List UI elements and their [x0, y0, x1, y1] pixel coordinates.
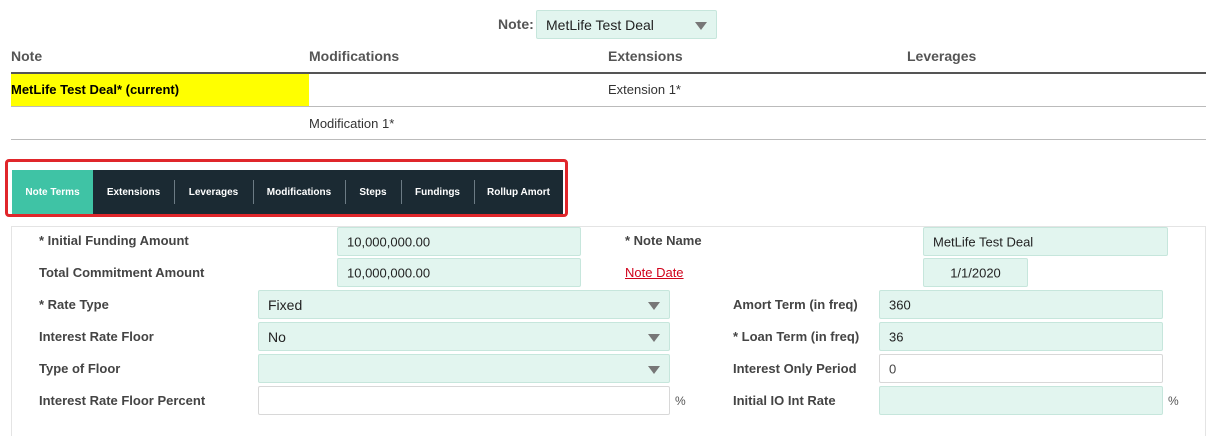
io-rate-percent-symbol: %	[1168, 394, 1179, 408]
floor-percent-input[interactable]	[258, 386, 670, 415]
io-rate-input[interactable]	[879, 386, 1163, 415]
interest-floor-select[interactable]: No	[258, 322, 670, 351]
interest-floor-label: Interest Rate Floor	[39, 329, 154, 344]
tab-extensions[interactable]: Extensions	[93, 170, 174, 214]
loan-term-input[interactable]: 36	[879, 322, 1163, 351]
tab-rollup-amort[interactable]: Rollup Amort	[474, 170, 563, 214]
chevron-down-icon	[695, 21, 707, 30]
tab-bar: Note Terms Extensions Leverages Modifica…	[12, 170, 563, 214]
io-period-input[interactable]: 0	[879, 354, 1163, 383]
total-commitment-label: Total Commitment Amount	[39, 265, 205, 280]
initial-funding-input[interactable]: 10,000,000.00	[337, 227, 581, 256]
chevron-down-icon	[648, 333, 660, 342]
tab-steps[interactable]: Steps	[345, 170, 401, 214]
floor-percent-label: Interest Rate Floor Percent	[39, 393, 206, 408]
note-name-input[interactable]: MetLife Test Deal	[923, 227, 1168, 256]
row-divider	[11, 139, 1206, 140]
note-select-value: MetLife Test Deal	[546, 16, 654, 33]
type-of-floor-select[interactable]	[258, 354, 670, 383]
note-name-value: MetLife Test Deal	[933, 234, 1034, 249]
note-date-value: 1/1/2020	[950, 265, 1001, 280]
tab-modifications[interactable]: Modifications	[253, 170, 345, 214]
loan-term-value: 36	[889, 329, 904, 344]
note-date-input[interactable]: 1/1/2020	[923, 258, 1028, 287]
io-rate-label: Initial IO Int Rate	[733, 393, 836, 408]
initial-funding-value: 10,000,000.00	[347, 234, 431, 249]
column-header-extensions: Extensions	[608, 48, 683, 64]
column-header-leverages: Leverages	[907, 48, 977, 64]
floor-percent-symbol: %	[675, 394, 686, 408]
chevron-down-icon	[648, 301, 660, 310]
note-select[interactable]: MetLife Test Deal	[536, 10, 717, 39]
amort-term-label: Amort Term (in freq)	[733, 297, 858, 312]
rate-type-label: * Rate Type	[39, 297, 109, 312]
amort-term-value: 360	[889, 297, 911, 312]
rate-type-select[interactable]: Fixed	[258, 290, 670, 319]
note-selector-label: Note:	[498, 16, 534, 32]
note-date-link[interactable]: Note Date	[625, 265, 684, 280]
rate-type-value: Fixed	[268, 296, 303, 313]
tab-leverages[interactable]: Leverages	[174, 170, 253, 214]
modification-link[interactable]: Modification 1*	[309, 116, 394, 131]
interest-floor-value: No	[268, 328, 286, 345]
column-header-modifications: Modifications	[309, 48, 400, 64]
type-of-floor-label: Type of Floor	[39, 361, 121, 376]
amort-term-input[interactable]: 360	[879, 290, 1163, 319]
loan-term-label: * Loan Term (in freq)	[733, 329, 860, 344]
note-name-label: * Note Name	[625, 233, 702, 248]
total-commitment-value: 10,000,000.00	[347, 265, 431, 280]
io-period-value: 0	[889, 361, 897, 376]
total-commitment-input[interactable]: 10,000,000.00	[337, 258, 581, 287]
current-note-cell[interactable]: MetLife Test Deal* (current)	[11, 74, 309, 106]
column-header-note: Note	[11, 48, 43, 64]
tab-fundings[interactable]: Fundings	[401, 170, 474, 214]
initial-funding-label: * Initial Funding Amount	[39, 233, 189, 248]
extension-link[interactable]: Extension 1*	[608, 82, 681, 97]
io-period-label: Interest Only Period	[733, 361, 857, 376]
tab-note-terms[interactable]: Note Terms	[12, 170, 93, 214]
chevron-down-icon	[648, 365, 660, 374]
current-note-label: MetLife Test Deal* (current)	[11, 82, 180, 97]
row-divider	[11, 106, 1206, 107]
